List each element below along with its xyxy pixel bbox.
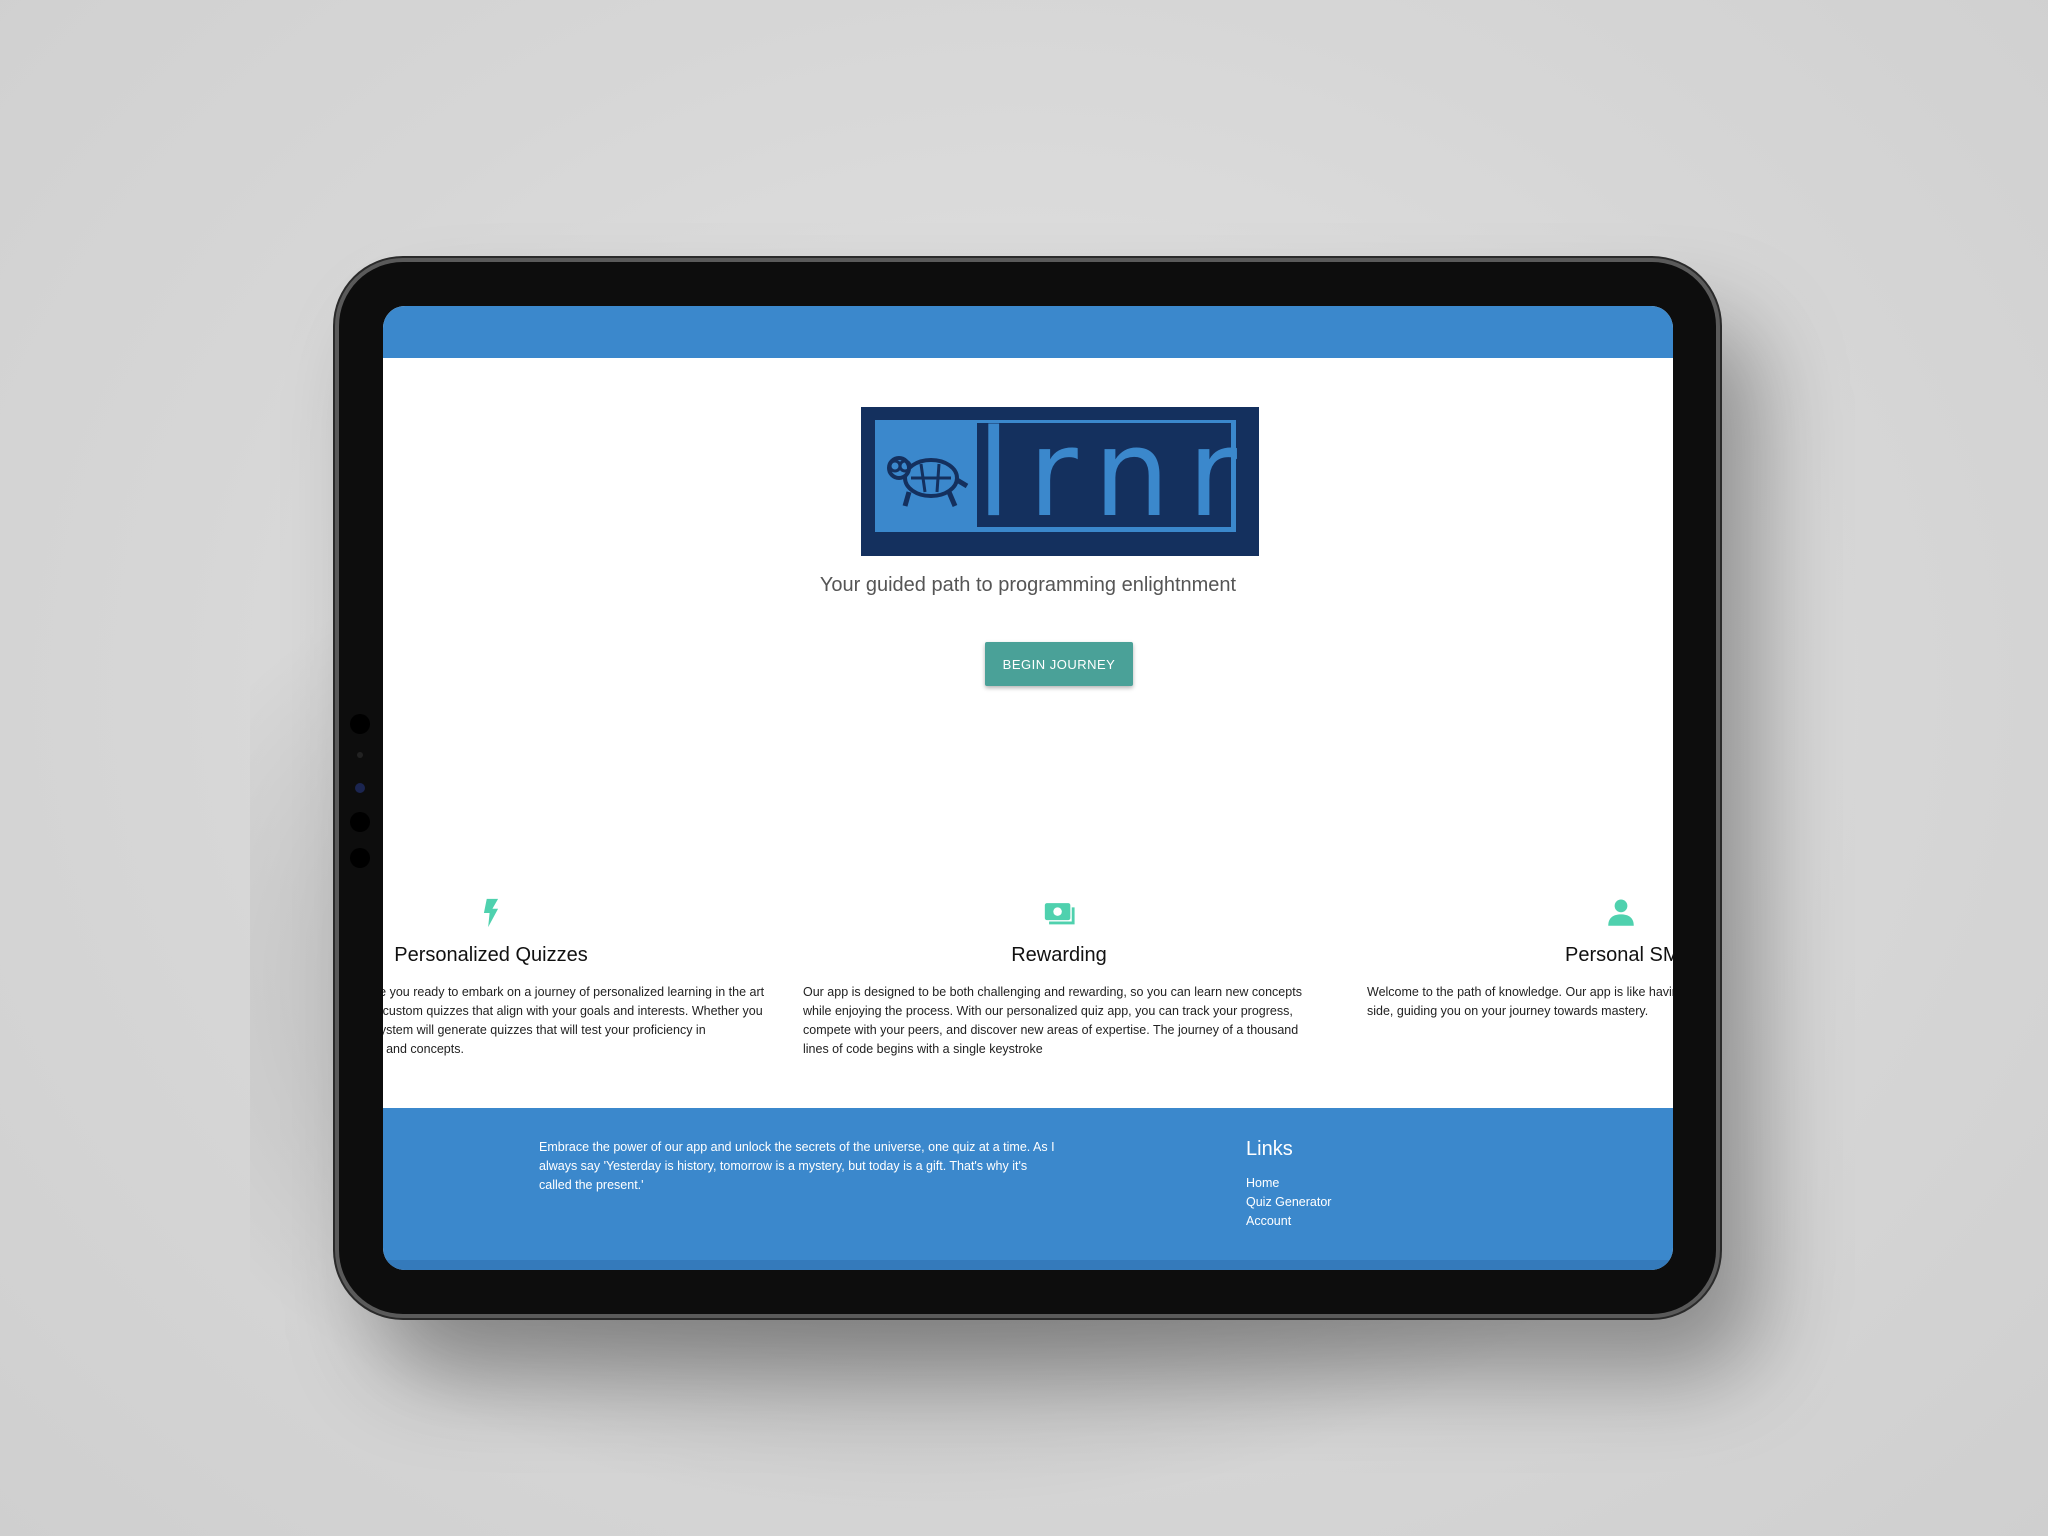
feature-description: Greetings, young padawan. Are you ready … <box>383 985 765 1056</box>
feature-description: Our app is designed to be both challengi… <box>803 985 1302 1056</box>
begin-journey-button[interactable]: BEGIN JOURNEY <box>985 642 1133 686</box>
camera-icon <box>355 783 365 793</box>
device-magnet-dot <box>350 714 370 734</box>
feature-description: Welcome to the path of knowledge. Our ap… <box>1367 985 1673 1018</box>
app-screen: lrnr Your guided path to programming enl… <box>383 306 1673 1270</box>
feature-personalized-quizzes: Personalized Quizzes Greetings, young pa… <box>383 896 771 1059</box>
feature-title: Personalized Quizzes <box>394 944 588 966</box>
footer-bottom-strip <box>383 1260 1673 1270</box>
device-magnet-dot <box>350 812 370 832</box>
device-sensor-dot <box>357 752 363 758</box>
feature-personal-sme: Personal SME Welcome to the path of know… <box>1357 896 1673 1021</box>
footer-link-home[interactable]: Home <box>1246 1174 1331 1193</box>
top-navbar <box>383 306 1673 358</box>
footer-links-list: Home Quiz Generator Account <box>1246 1174 1331 1231</box>
device-magnet-dot <box>350 848 370 868</box>
footer-quote: Embrace the power of our app and unlock … <box>539 1140 1055 1192</box>
money-icon <box>1044 903 1075 925</box>
lightning-bolt-icon <box>483 898 499 928</box>
lrnr-logo: lrnr <box>861 407 1259 556</box>
turtle-mascot-icon <box>887 456 969 507</box>
site-footer: Embrace the power of our app and unlock … <box>383 1108 1673 1270</box>
feature-rewarding: Rewarding Our app is designed to be both… <box>803 896 1315 1059</box>
footer-link-quiz-generator[interactable]: Quiz Generator <box>1246 1193 1331 1212</box>
feature-title: Personal SME <box>1565 944 1673 966</box>
hero-tagline: Your guided path to programming enlightn… <box>819 574 1237 596</box>
feature-title: Rewarding <box>1011 944 1107 966</box>
person-icon <box>1608 899 1634 926</box>
logo-wordmark: lrnr <box>977 405 1255 544</box>
footer-links-title: Links <box>1246 1138 1293 1160</box>
footer-link-account[interactable]: Account <box>1246 1212 1331 1231</box>
